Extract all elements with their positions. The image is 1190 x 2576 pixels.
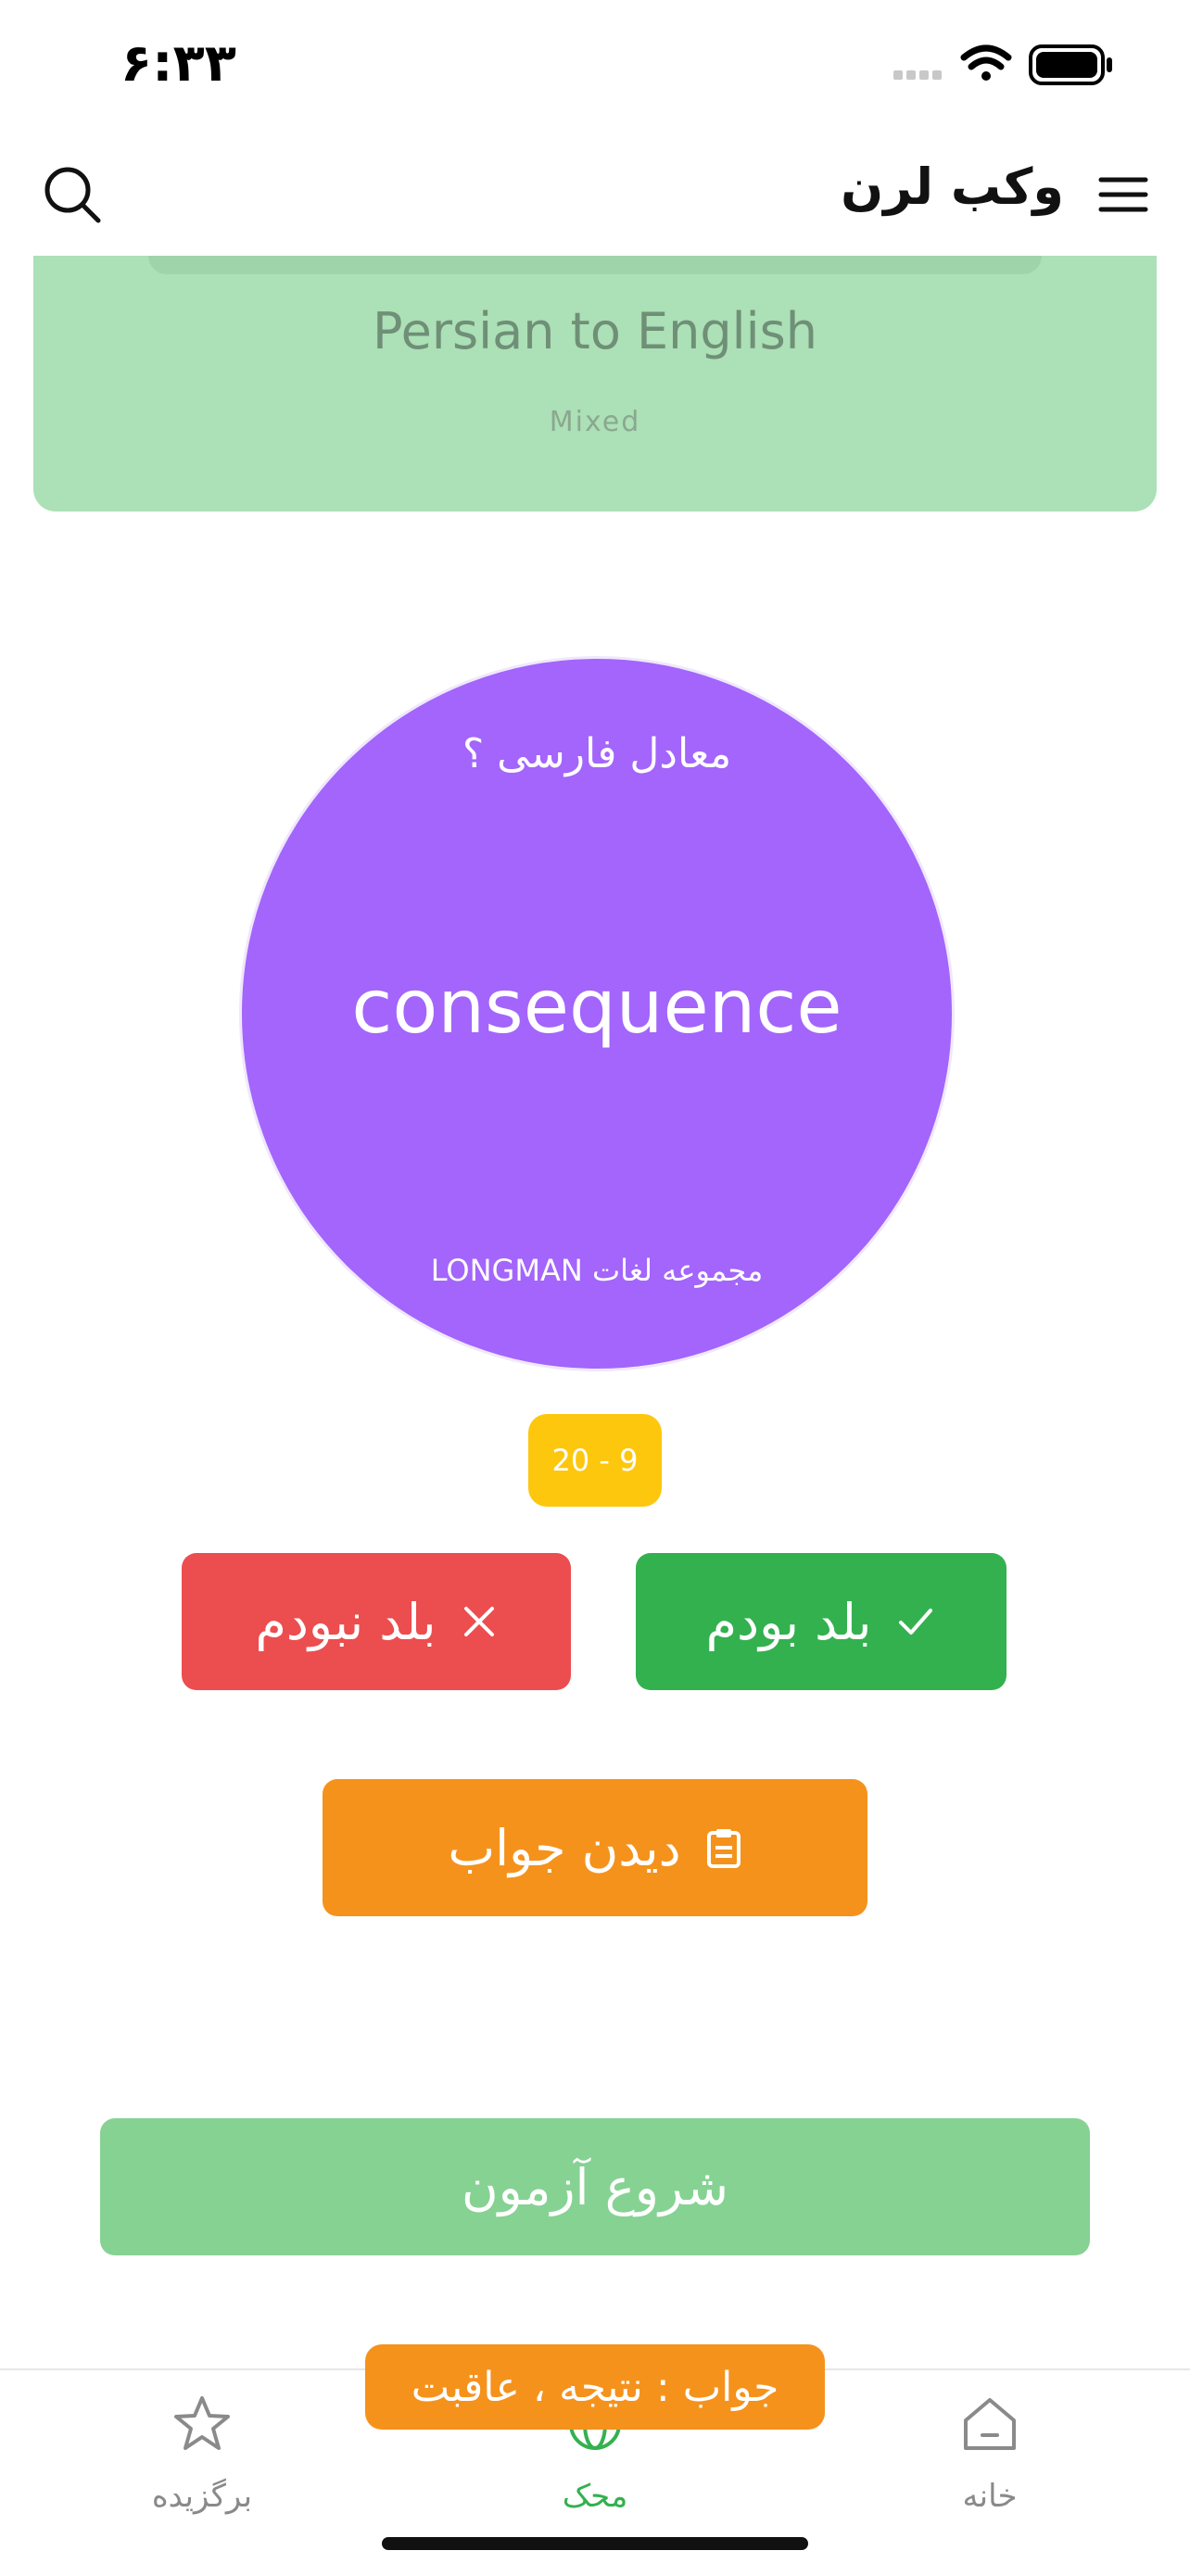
battery-icon (1029, 44, 1112, 85)
tab-home[interactable]: خانه (869, 2393, 1110, 2559)
clipboard-icon (706, 1829, 741, 1868)
flash-card-question: معادل فارسی ؟ (462, 730, 732, 777)
signal-icon (893, 70, 942, 80)
tab-study-label: محک (562, 2478, 628, 2515)
answer-toast: جواب : نتیجه ، عاقبت (365, 2344, 825, 2430)
category-title: Persian to English (372, 302, 818, 360)
search-icon[interactable] (37, 159, 108, 230)
check-icon (899, 1609, 933, 1635)
wifi-icon (960, 44, 1012, 81)
didnt-know-button-label: بلد نبودم (255, 1592, 437, 1651)
home-indicator (382, 2537, 808, 2550)
home-icon (964, 2398, 1016, 2450)
app-title: وکب لرن (841, 158, 1064, 216)
status-icons (893, 41, 1116, 91)
star-icon (174, 2396, 230, 2450)
tab-favorites-label: برگزیده (151, 2478, 253, 2515)
start-test-button[interactable]: شروع آزمون (100, 2118, 1090, 2255)
answer-text: جواب : نتیجه ، عاقبت (411, 2363, 779, 2411)
status-time: ۶:۳۳ (120, 33, 236, 94)
knew-button-label: بلد بودم (705, 1592, 872, 1651)
close-icon (463, 1607, 494, 1636)
tab-home-label: خانه (962, 2478, 1018, 2515)
menu-icon[interactable] (1094, 165, 1153, 224)
start-test-button-label: شروع آزمون (461, 2157, 729, 2216)
flash-card-word: consequence (351, 964, 842, 1050)
tab-favorites[interactable]: برگزیده (82, 2393, 323, 2559)
category-subtitle: Mixed (549, 406, 641, 438)
category-card-tab (148, 256, 1042, 274)
knew-button[interactable]: بلد بودم (636, 1553, 1006, 1690)
flash-card-source: مجموعه لغات LONGMAN (430, 1253, 764, 1288)
show-answer-button[interactable]: دیدن جواب (323, 1779, 867, 1916)
category-card[interactable] (33, 256, 1157, 511)
show-answer-button-label: دیدن جواب (448, 1818, 681, 1877)
progress-counter: 20 - 9 (528, 1414, 662, 1507)
didnt-know-button[interactable]: بلد نبودم (182, 1553, 571, 1690)
